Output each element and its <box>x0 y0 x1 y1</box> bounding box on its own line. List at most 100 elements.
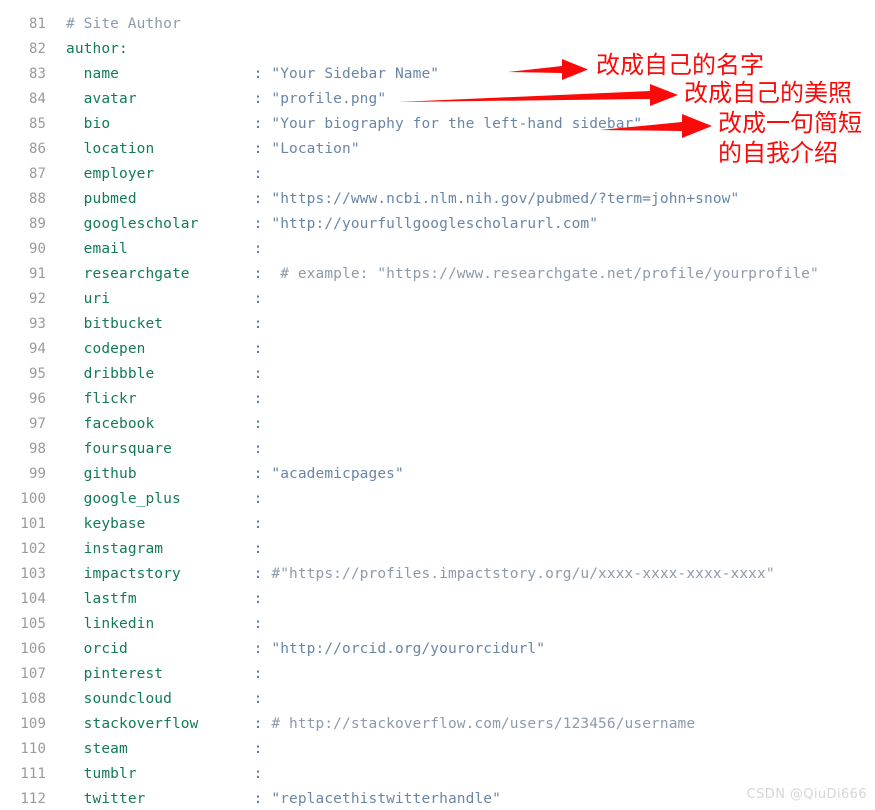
colon-token: : <box>253 66 263 82</box>
code-line[interactable]: 103 impactstory: #"https://profiles.impa… <box>0 562 875 587</box>
code-editor[interactable]: 81 # Site Author 82 author: 83 name: "Your S… <box>0 0 875 810</box>
key-cell: instagram <box>84 537 254 562</box>
line-number: 84 <box>28 91 46 107</box>
line-number: 91 <box>28 266 46 282</box>
key-cell: avatar <box>84 87 254 112</box>
colon-token: : <box>253 541 263 557</box>
colon-token: : <box>253 341 263 357</box>
colon-token: : <box>253 491 263 507</box>
code-line[interactable]: 89 googlescholar: "http://yourfullgoogle… <box>0 212 875 237</box>
line-number: 111 <box>20 766 46 782</box>
key-cell: location <box>84 137 254 162</box>
yaml-key: googlescholar <box>83 216 199 232</box>
code-line[interactable]: 92 uri: <box>0 287 875 312</box>
key-cell: flickr <box>84 387 254 412</box>
colon-token: : <box>253 166 263 182</box>
key-cell: impactstory <box>84 562 254 587</box>
code-line[interactable]: 99 github: "academicpages" <box>0 462 875 487</box>
key-cell: pubmed <box>84 187 254 212</box>
yaml-key: orcid <box>83 641 128 657</box>
code-line[interactable]: 81 # Site Author <box>0 12 875 37</box>
line-content: codepen: <box>46 337 271 362</box>
yaml-value: #"https://profiles.impactstory.org/u/xxx… <box>271 566 775 582</box>
line-number: 104 <box>20 591 46 607</box>
line-number: 98 <box>28 441 46 457</box>
code-line[interactable]: 93 bitbucket: <box>0 312 875 337</box>
code-line[interactable]: 111 tumblr: <box>0 762 875 787</box>
code-line[interactable]: 101 keybase: <box>0 512 875 537</box>
colon-token: : <box>253 616 263 632</box>
code-line[interactable]: 94 codepen: <box>0 337 875 362</box>
colon-token: : <box>253 766 263 782</box>
code-line[interactable]: 86 location: "Location" <box>0 137 875 162</box>
line-content: impactstory: #"https://profiles.impactst… <box>46 562 775 587</box>
yaml-value: # http://stackoverflow.com/users/123456/… <box>271 716 696 732</box>
code-screenshot: 80 81# Site Author82author:83 name: "You… <box>0 0 875 810</box>
code-line[interactable]: 112 twitter: "replacethistwitterhandle" <box>0 787 875 810</box>
line-content: tumblr: <box>46 762 271 787</box>
line-content: pubmed: "https://www.ncbi.nlm.nih.gov/pu… <box>46 187 740 212</box>
code-line[interactable]: 83 name: "Your Sidebar Name" <box>0 62 875 87</box>
key-cell: steam <box>84 737 254 762</box>
line-number: 101 <box>20 516 46 532</box>
code-line[interactable]: 98 foursquare: <box>0 437 875 462</box>
code-line[interactable]: 88 pubmed: "https://www.ncbi.nlm.nih.gov… <box>0 187 875 212</box>
code-line[interactable]: 102 instagram: <box>0 537 875 562</box>
key-cell: researchgate <box>84 262 254 287</box>
line-content: # Site Author <box>46 12 181 37</box>
code-line[interactable]: 97 facebook: <box>0 412 875 437</box>
code-line[interactable]: 106 orcid: "http://orcid.org/yourorcidur… <box>0 637 875 662</box>
line-content: email: <box>46 237 271 262</box>
yaml-key: lastfm <box>83 591 137 607</box>
yaml-value: # example: "https://www.researchgate.net… <box>271 266 819 282</box>
colon-token: : <box>253 666 263 682</box>
colon-token: : <box>253 191 263 207</box>
line-content: pinterest: <box>46 662 271 687</box>
code-line[interactable]: 105 linkedin: <box>0 612 875 637</box>
code-line[interactable]: 104 lastfm: <box>0 587 875 612</box>
yaml-key: uri <box>83 291 111 307</box>
colon-token: : <box>253 516 263 532</box>
yaml-value: "profile.png" <box>271 91 387 107</box>
yaml-key: bitbucket <box>83 316 164 332</box>
line-number: 112 <box>20 791 46 807</box>
yaml-value: "Your biography for the left-hand sideba… <box>271 116 643 132</box>
line-content: dribbble: <box>46 362 271 387</box>
key-cell: google_plus <box>84 487 254 512</box>
line-content: google_plus: <box>46 487 271 512</box>
code-line[interactable]: 87 employer: <box>0 162 875 187</box>
key-cell: codepen <box>84 337 254 362</box>
code-lines-container: 81 # Site Author 82 author: 83 name: "Your S… <box>0 0 875 810</box>
line-number: 107 <box>20 666 46 682</box>
line-content: instagram: <box>46 537 271 562</box>
yaml-key: pinterest <box>83 666 164 682</box>
yaml-key: soundcloud <box>83 691 172 707</box>
code-line[interactable]: 108 soundcloud: <box>0 687 875 712</box>
code-line[interactable]: 82 author: <box>0 37 875 62</box>
code-line[interactable]: 110 steam: <box>0 737 875 762</box>
code-line[interactable]: 100 google_plus: <box>0 487 875 512</box>
yaml-key: instagram <box>83 541 164 557</box>
line-content: orcid: "http://orcid.org/yourorcidurl" <box>46 637 545 662</box>
line-content: facebook: <box>46 412 271 437</box>
code-line[interactable]: 95 dribbble: <box>0 362 875 387</box>
yaml-key: location <box>83 141 155 157</box>
yaml-key: pubmed <box>83 191 137 207</box>
line-number: 81 <box>28 16 46 32</box>
code-line[interactable]: 85 bio: "Your biography for the left-han… <box>0 112 875 137</box>
line-number: 96 <box>28 391 46 407</box>
yaml-value: "http://yourfullgooglescholarurl.com" <box>271 216 599 232</box>
colon-token: : <box>253 691 263 707</box>
code-line[interactable]: 96 flickr: <box>0 387 875 412</box>
line-content: steam: <box>46 737 271 762</box>
code-line[interactable]: 84 avatar: "profile.png" <box>0 87 875 112</box>
line-content: twitter: "replacethistwitterhandle" <box>46 787 501 810</box>
code-line[interactable]: 109 stackoverflow: # http://stackoverflo… <box>0 712 875 737</box>
line-content: github: "academicpages" <box>46 462 404 487</box>
line-content: flickr: <box>46 387 271 412</box>
yaml-key: linkedin <box>83 616 155 632</box>
code-line[interactable]: 90 email: <box>0 237 875 262</box>
code-line[interactable]: 107 pinterest: <box>0 662 875 687</box>
yaml-key: name <box>83 66 119 82</box>
code-line[interactable]: 91 researchgate: # example: "https://www… <box>0 262 875 287</box>
